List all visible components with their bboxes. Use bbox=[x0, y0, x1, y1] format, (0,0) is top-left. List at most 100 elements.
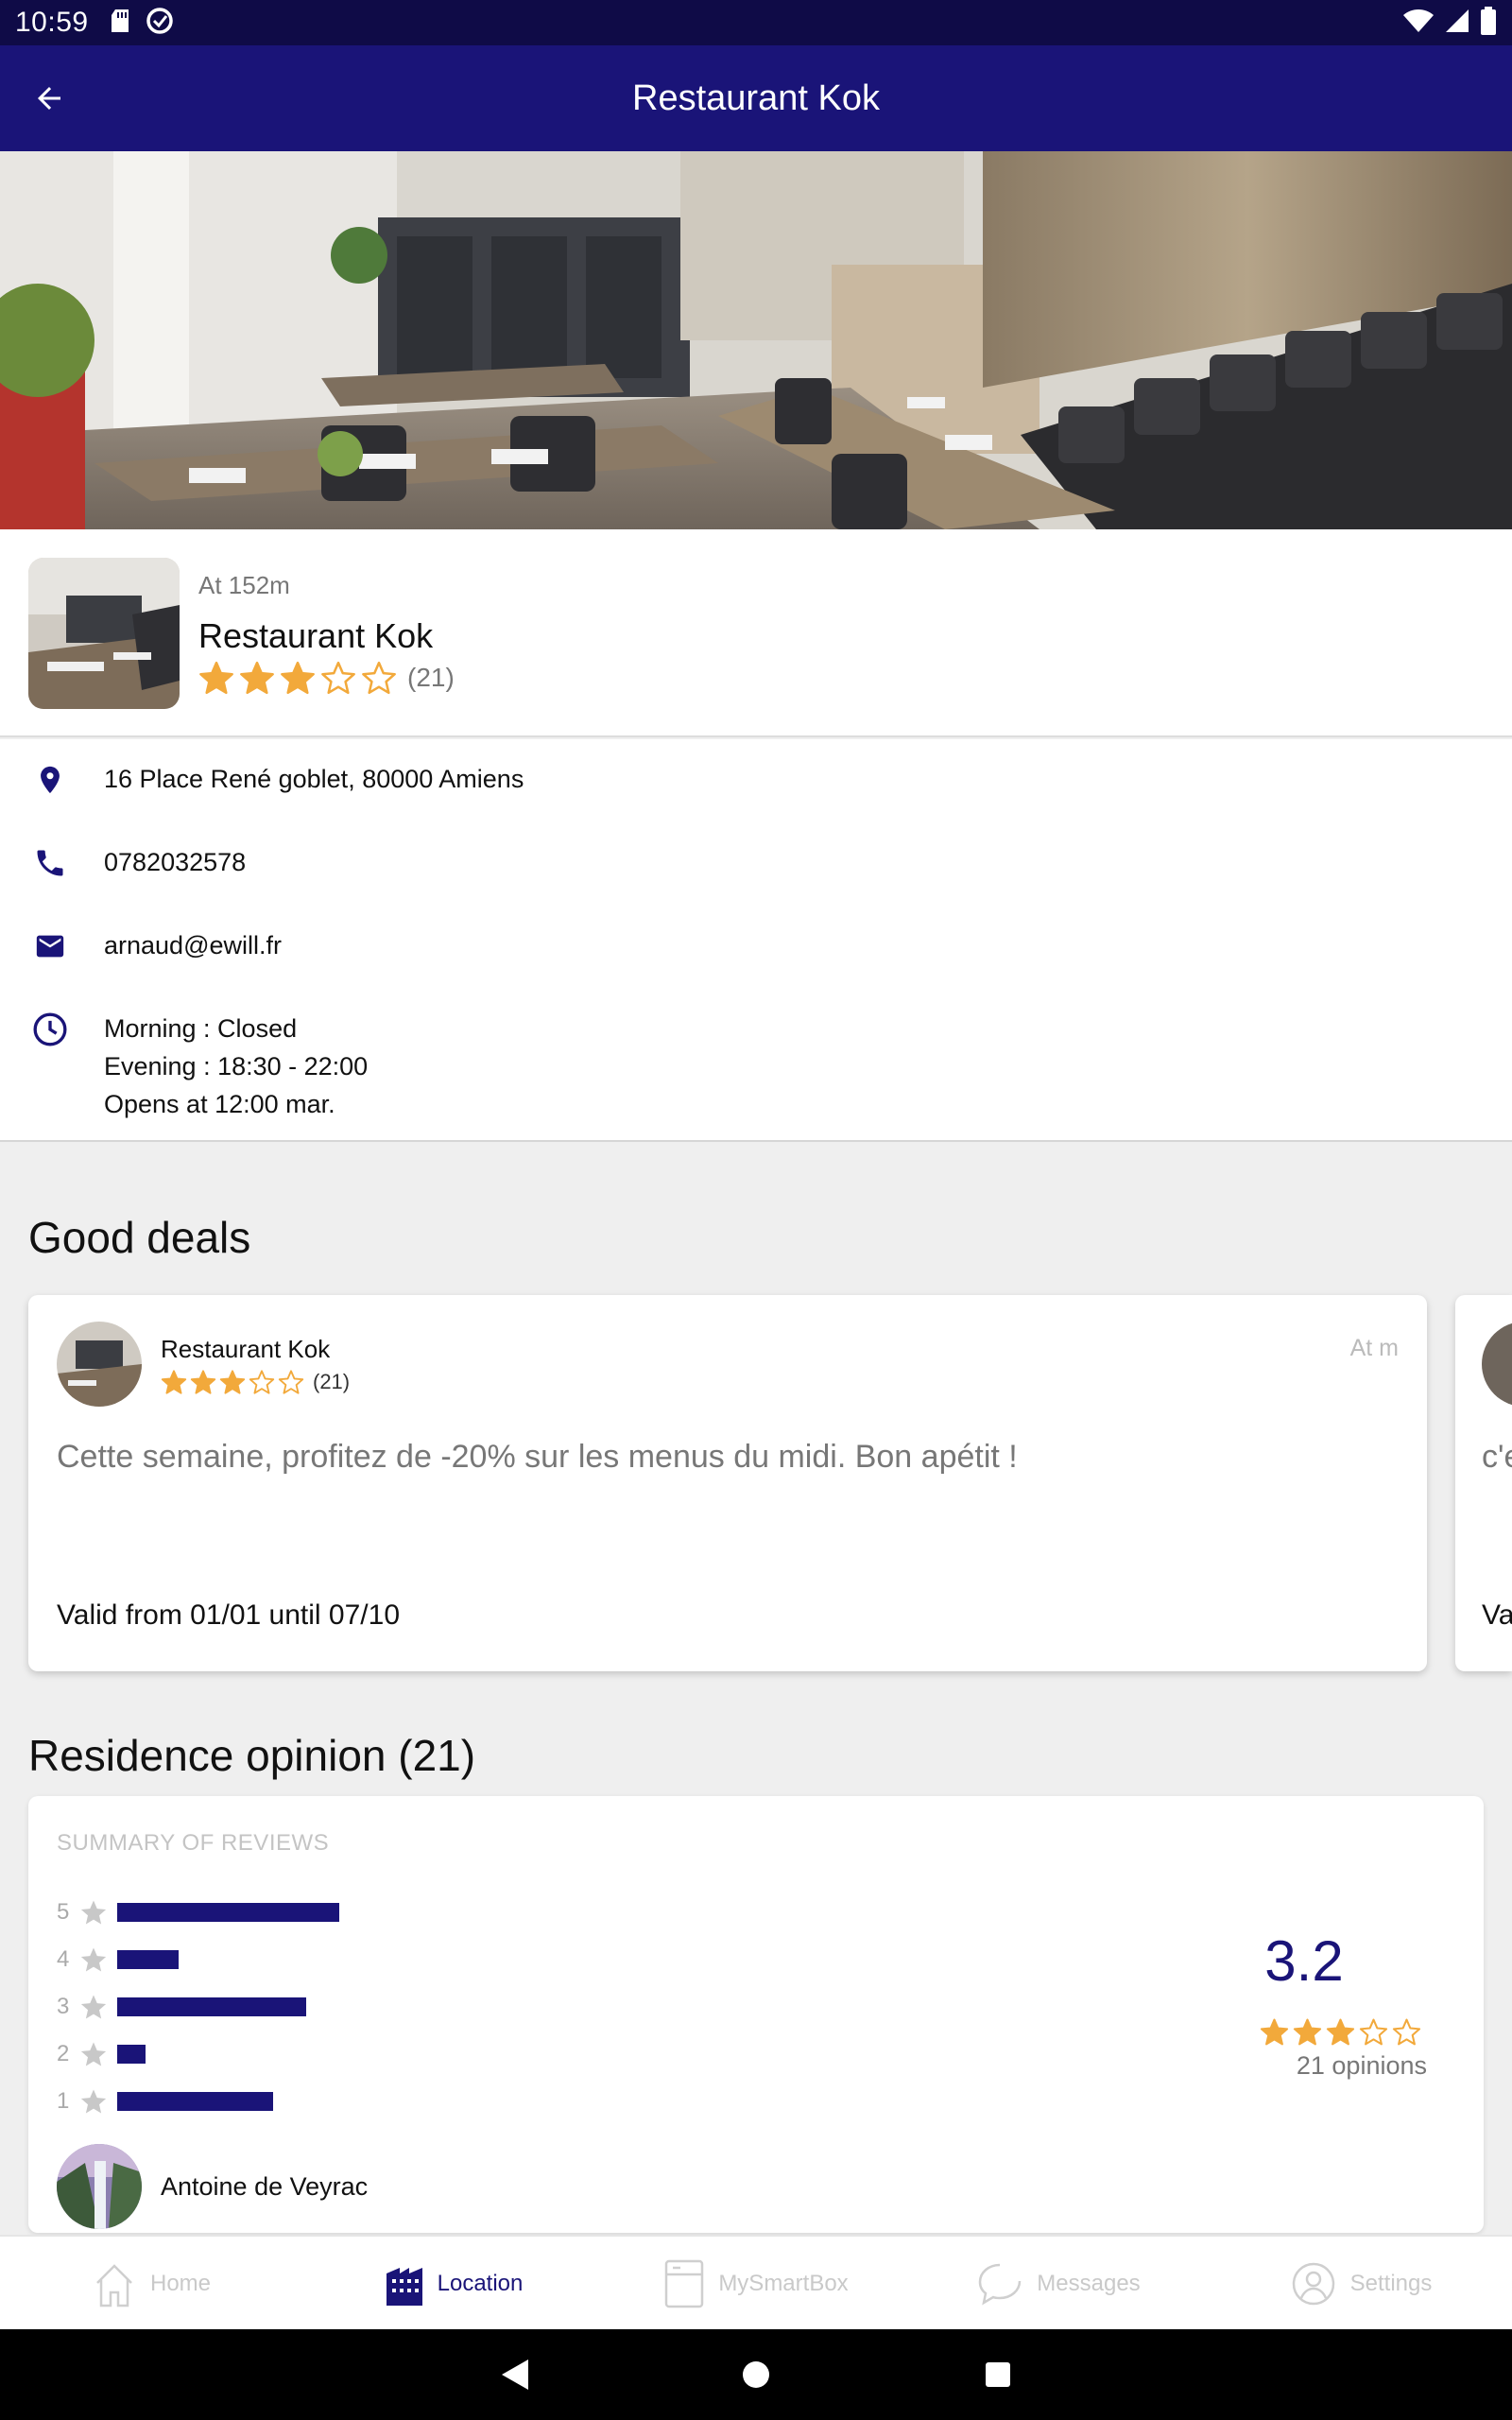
rating-bar-2: 2 bbox=[57, 2040, 590, 2068]
star-icon bbox=[1359, 2018, 1388, 2046]
rating-bar-label: 3 bbox=[57, 1994, 70, 2019]
page-title: Restaurant Kok bbox=[632, 78, 880, 118]
star-icon bbox=[79, 2040, 113, 2068]
rating-bar-fill bbox=[117, 2092, 273, 2111]
battery-icon bbox=[1480, 6, 1497, 40]
summary-label: SUMMARY OF REVIEWS bbox=[57, 1830, 330, 1856]
nav-messages[interactable]: Messages bbox=[907, 2237, 1210, 2331]
data-saver-icon bbox=[146, 7, 174, 40]
star-icon bbox=[190, 1370, 216, 1394]
rating-bar-5: 5 bbox=[57, 1898, 590, 1927]
phone-icon bbox=[30, 843, 70, 883]
nav-settings[interactable]: Settings bbox=[1210, 2237, 1512, 2331]
contact-details: 16 Place René goblet, 80000 Amiens 07820… bbox=[0, 739, 1512, 1142]
system-home-button[interactable] bbox=[733, 2352, 779, 2397]
app-bar: Restaurant Kok bbox=[0, 45, 1512, 151]
star-icon bbox=[79, 2087, 113, 2116]
square-recents-icon bbox=[986, 2362, 1010, 2387]
status-indicators bbox=[1402, 6, 1497, 40]
star-icon bbox=[281, 661, 315, 695]
rating-stars: (21) bbox=[198, 660, 455, 696]
star-icon bbox=[249, 1370, 275, 1394]
nav-home[interactable]: Home bbox=[0, 2237, 302, 2331]
average-rating: 3.2 bbox=[1264, 1929, 1344, 1993]
person-icon bbox=[1292, 2262, 1334, 2306]
circle-home-icon bbox=[743, 2361, 769, 2388]
status-time: 10:59 bbox=[15, 7, 89, 38]
wifi-icon bbox=[1402, 8, 1435, 39]
location-pin-icon bbox=[30, 760, 70, 800]
restaurant-name: Restaurant Kok bbox=[198, 616, 434, 655]
review-item[interactable]: Antoine de Veyrac bbox=[57, 2144, 368, 2229]
chat-icon bbox=[979, 2263, 1022, 2306]
restaurant-summary: At 152m Restaurant Kok (21) bbox=[0, 529, 1512, 737]
rating-bar-1: 1 bbox=[57, 2087, 590, 2116]
reviewer-avatar bbox=[57, 2144, 142, 2229]
rating-bar-4: 4 bbox=[57, 1945, 590, 1974]
system-back-button[interactable] bbox=[491, 2352, 537, 2397]
arrow-back-icon bbox=[38, 87, 60, 110]
email-text: arnaud@ewill.fr bbox=[104, 931, 282, 959]
star-icon bbox=[79, 1945, 113, 1974]
rating-bar-label: 5 bbox=[57, 1899, 70, 1925]
hours-evening: Evening : 18:30 - 22:00 bbox=[104, 1052, 369, 1080]
deal-avatar bbox=[1482, 1322, 1512, 1407]
bottom-navigation: Home Location MySmartBox Messages Settin… bbox=[0, 2235, 1512, 2329]
star-rating bbox=[198, 660, 402, 696]
nav-mysmartbox[interactable]: MySmartBox bbox=[605, 2237, 907, 2331]
opening-hours: Morning : Closed Evening : 18:30 - 22:00… bbox=[104, 1010, 368, 1123]
box-icon bbox=[665, 2259, 704, 2308]
review-count: (21) bbox=[407, 663, 455, 692]
deal-validity: Valid from 01/01 until 07/10 bbox=[57, 1599, 401, 1631]
star-icon bbox=[79, 1993, 113, 2021]
nav-location[interactable]: Location bbox=[302, 2237, 605, 2331]
star-icon bbox=[199, 661, 233, 695]
deal-card-next[interactable]: c'e Va bbox=[1455, 1295, 1512, 1671]
deal-description: c'e bbox=[1482, 1439, 1512, 1475]
star-icon bbox=[1293, 2018, 1322, 2046]
deal-validity: Va bbox=[1482, 1599, 1512, 1631]
mail-icon bbox=[30, 926, 70, 966]
deal-card[interactable]: Restaurant Kok (21) At m Cette semaine, … bbox=[28, 1295, 1427, 1671]
address-text: 16 Place René goblet, 80000 Amiens bbox=[104, 765, 524, 793]
nav-messages-label: Messages bbox=[1037, 2271, 1141, 2296]
restaurant-thumbnail bbox=[28, 558, 180, 709]
average-stars bbox=[1260, 2017, 1425, 2047]
status-bar: 10:59 bbox=[0, 0, 1512, 45]
star-icon bbox=[240, 661, 274, 695]
good-deals-title: Good deals bbox=[28, 1213, 251, 1262]
deal-avatar bbox=[57, 1322, 142, 1407]
system-navigation-bar bbox=[0, 2329, 1512, 2420]
star-icon bbox=[219, 1370, 246, 1394]
deal-rating: (21) bbox=[161, 1369, 350, 1395]
clock-icon bbox=[30, 1010, 70, 1049]
deal-restaurant-name: Restaurant Kok bbox=[161, 1335, 331, 1363]
star-icon bbox=[1392, 2018, 1421, 2046]
star-icon bbox=[1326, 2018, 1355, 2046]
rating-bar-fill bbox=[117, 1950, 179, 1969]
hours-morning: Morning : Closed bbox=[104, 1014, 298, 1043]
star-rating bbox=[161, 1369, 307, 1395]
back-button[interactable] bbox=[25, 74, 74, 123]
nav-settings-label: Settings bbox=[1349, 2271, 1433, 2296]
star-icon bbox=[79, 1898, 113, 1927]
star-rating bbox=[1260, 2017, 1425, 2047]
deal-description: Cette semaine, profitez de -20% sur les … bbox=[57, 1439, 1018, 1475]
star-icon bbox=[1260, 2018, 1289, 2046]
deal-review-count: (21) bbox=[313, 1370, 351, 1393]
reviewer-name: Antoine de Veyrac bbox=[161, 2171, 369, 2201]
rating-bar-label: 2 bbox=[57, 2041, 70, 2066]
distance-label: At 152m bbox=[198, 571, 290, 599]
rating-bar-3: 3 bbox=[57, 1993, 590, 2021]
star-icon bbox=[362, 661, 396, 695]
star-icon bbox=[161, 1370, 187, 1394]
nav-location-label: Location bbox=[437, 2271, 524, 2296]
deal-distance: At m bbox=[1349, 1335, 1399, 1361]
phone-text: 0782032578 bbox=[104, 848, 247, 876]
hours-next-open: Opens at 12:00 mar. bbox=[104, 1090, 335, 1118]
nav-mysmartbox-label: MySmartBox bbox=[718, 2271, 849, 2296]
system-recents-button[interactable] bbox=[975, 2352, 1021, 2397]
opinions-count: 21 opinions bbox=[1296, 2051, 1427, 2080]
triangle-back-icon bbox=[502, 2360, 528, 2390]
rating-bar-label: 1 bbox=[57, 2088, 70, 2114]
